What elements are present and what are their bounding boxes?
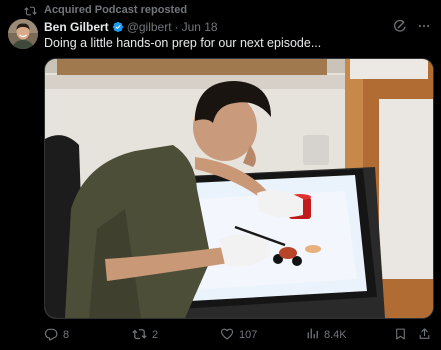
heart-icon [220,327,234,344]
repost-context[interactable]: Acquired Podcast reposted [24,3,187,17]
tweet-photo[interactable] [44,58,434,319]
bookmark-button[interactable] [394,327,407,344]
author-name[interactable]: Ben Gilbert [44,20,109,34]
repost-icon [24,5,37,16]
tweet-header: Ben Gilbert @gilbert · Jun 18 [44,19,433,34]
verified-badge-icon[interactable] [112,21,124,33]
tweet-text: Doing a little hands-on prep for our nex… [44,36,322,50]
repost-count: 2 [152,329,159,341]
action-bar: 8 2 107 8.4K [44,327,430,344]
like-button[interactable]: 107 [220,327,257,344]
share-button[interactable] [418,327,431,344]
author-handle[interactable]: @gilbert [127,20,172,34]
views-count: 8.4K [324,329,347,341]
avatar[interactable] [8,19,38,49]
bookmark-icon [394,327,407,344]
reply-button[interactable]: 8 [44,327,69,344]
grok-icon[interactable] [393,19,407,36]
repost-button[interactable]: 2 [132,327,158,343]
repost-action-icon [132,327,147,343]
like-count: 107 [239,329,258,341]
more-icon[interactable] [417,19,431,36]
views-icon [306,327,319,343]
repost-label: Acquired Podcast reposted [44,4,188,16]
share-icon [418,327,431,344]
separator-dot: · [174,19,179,34]
views-button[interactable]: 8.4K [306,327,347,343]
reply-icon [44,327,58,344]
post-date[interactable]: Jun 18 [182,20,218,34]
reply-count: 8 [63,329,70,341]
